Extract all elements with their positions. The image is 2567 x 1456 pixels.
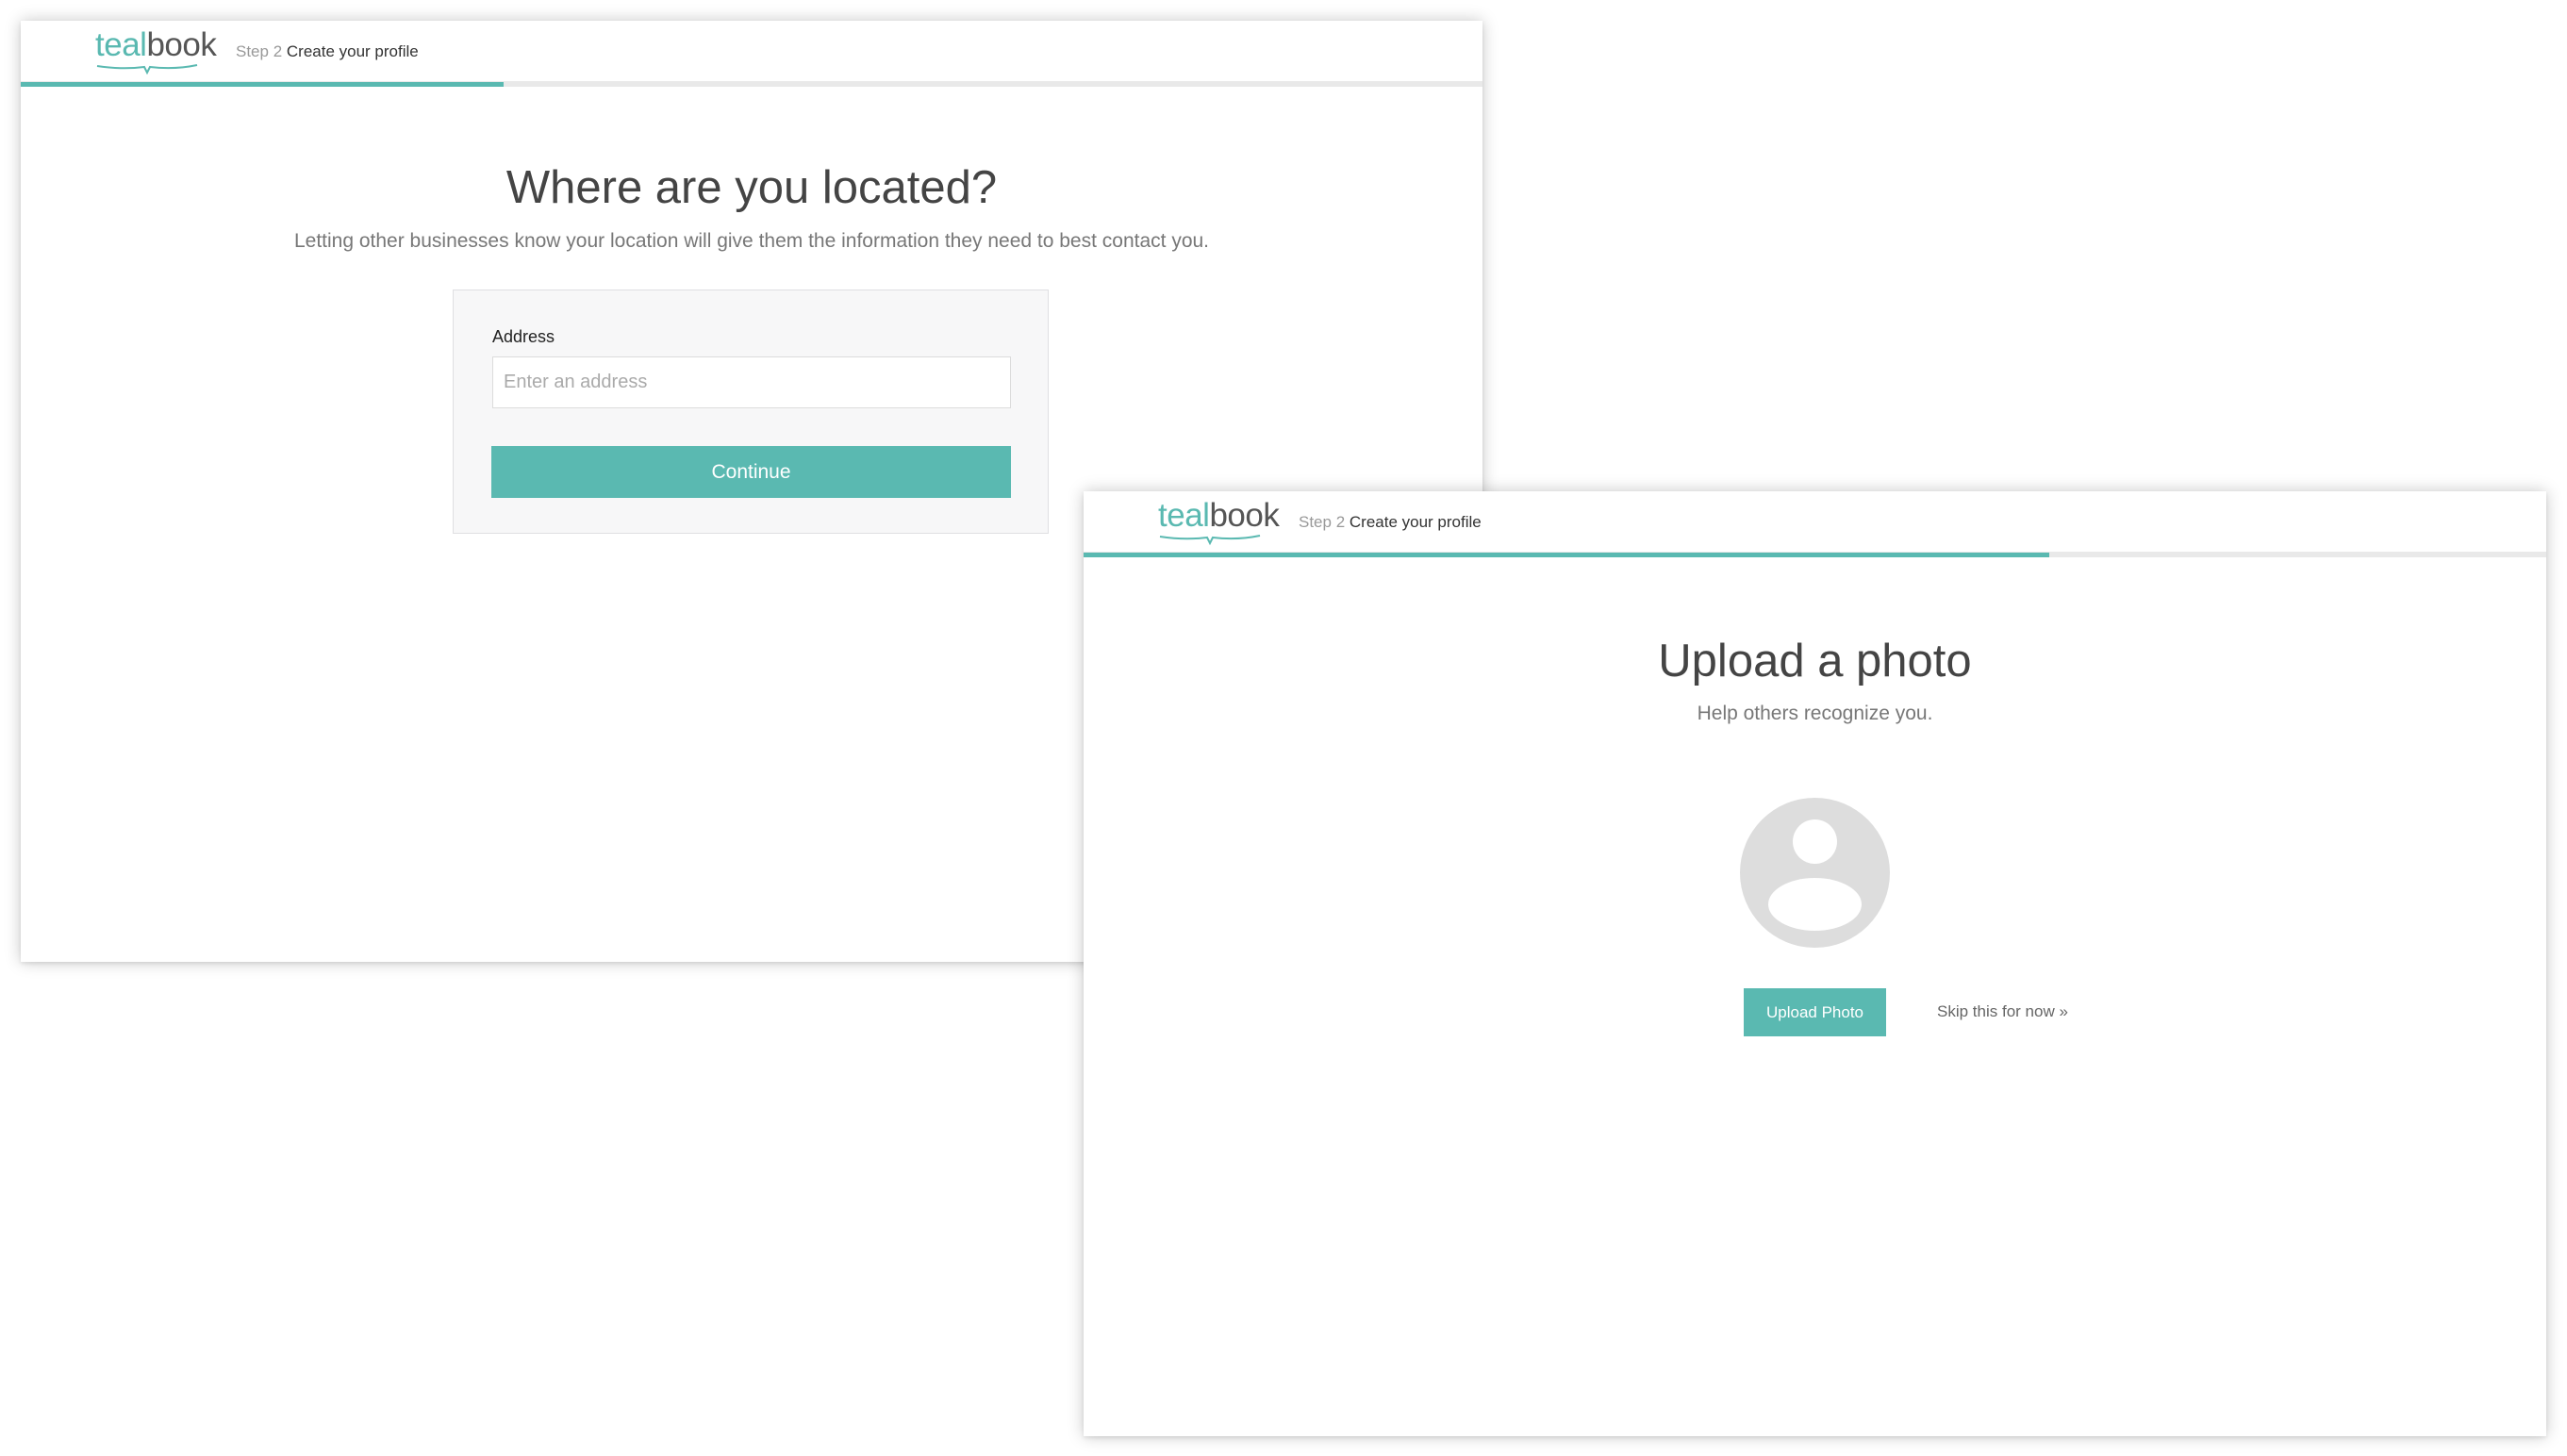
- address-label: Address: [492, 327, 555, 346]
- progress-bar: [1084, 553, 2049, 557]
- top-bar: tealbook Step 2 Create your profile: [21, 21, 1482, 87]
- avatar-body: [1768, 878, 1862, 931]
- continue-button[interactable]: Continue: [491, 446, 1011, 498]
- page-subtitle: Letting other businesses know your locat…: [293, 230, 1210, 252]
- step-number: Step 2: [1299, 513, 1346, 531]
- page-subtitle: Help others recognize you.: [1697, 703, 1933, 724]
- address-input[interactable]: [492, 356, 1011, 408]
- logo-swoosh-icon: [1159, 535, 1261, 546]
- upload-photo-button[interactable]: Upload Photo: [1744, 988, 1886, 1036]
- tealbook-logo[interactable]: tealbook: [1158, 497, 1280, 546]
- tealbook-logo[interactable]: tealbook: [95, 26, 217, 75]
- progress-bar: [21, 82, 504, 87]
- logo-text-teal: teal: [1158, 497, 1210, 534]
- page-title: Where are you located?: [505, 162, 998, 213]
- avatar-head: [1793, 819, 1837, 864]
- logo-text-book: book: [1209, 497, 1280, 534]
- step-title: Create your profile: [286, 42, 419, 60]
- logo-text-teal: teal: [95, 26, 147, 63]
- user-placeholder-icon: [1740, 798, 1890, 948]
- page-title: Upload a photo: [1658, 636, 1972, 687]
- skip-link[interactable]: Skip this for now »: [1937, 1002, 2068, 1021]
- step-indicator: Step 2 Create your profile: [236, 41, 419, 62]
- step-indicator: Step 2 Create your profile: [1299, 512, 1482, 533]
- step-number: Step 2: [236, 42, 283, 60]
- logo-text-book: book: [146, 26, 217, 63]
- top-bar: tealbook Step 2 Create your profile: [1084, 491, 2546, 557]
- photo-step-window: tealbook Step 2 Create your profile Uplo…: [1084, 491, 2546, 1436]
- step-title: Create your profile: [1349, 513, 1482, 531]
- logo-swoosh-icon: [96, 64, 198, 75]
- address-card: Address Continue: [453, 290, 1049, 534]
